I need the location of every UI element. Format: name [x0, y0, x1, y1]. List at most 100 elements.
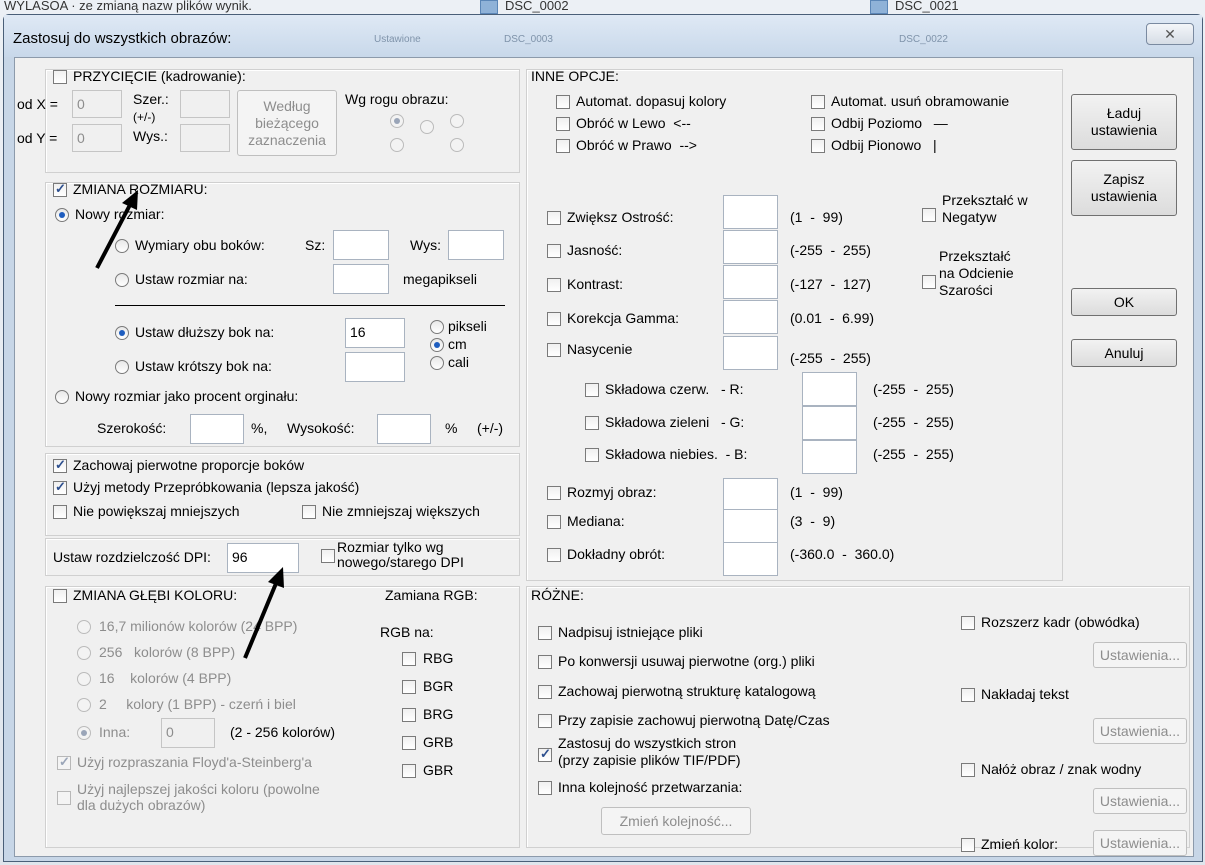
percent-radio[interactable] [55, 390, 69, 404]
contrast-field[interactable] [723, 265, 778, 299]
no-enlarge-checkbox[interactable] [53, 505, 67, 519]
crop-width-field[interactable] [180, 90, 230, 118]
shorter-side-field[interactable] [345, 352, 405, 382]
delete-original-checkbox[interactable] [538, 655, 552, 669]
depth-1-radio[interactable] [77, 698, 91, 712]
median-field[interactable] [723, 509, 778, 543]
shorter-side-radio[interactable] [115, 360, 129, 374]
canvas-checkbox[interactable] [961, 616, 975, 630]
red-field[interactable] [802, 372, 857, 406]
crop-checkbox[interactable] [53, 70, 67, 84]
change-order-button[interactable]: Zmień kolejność... [601, 807, 751, 835]
sharpen-field[interactable] [723, 195, 778, 229]
cm-radio[interactable] [430, 338, 444, 352]
dpi-only-checkbox[interactable] [321, 549, 335, 563]
rotate-exact-checkbox[interactable] [547, 548, 561, 562]
background-file[interactable]: DSC_0021 [895, 0, 959, 13]
grayscale-checkbox[interactable] [922, 275, 936, 289]
rgb-rbg-checkbox[interactable] [402, 652, 416, 666]
auto-color-checkbox[interactable] [556, 95, 570, 109]
ody-field[interactable]: 0 [72, 124, 122, 152]
red-checkbox[interactable] [585, 383, 599, 397]
blue-field[interactable] [802, 440, 857, 474]
load-settings-button[interactable]: Ładuj ustawienia [1071, 94, 1177, 150]
keep-date-checkbox[interactable] [538, 714, 552, 728]
blur-field[interactable] [723, 478, 778, 512]
megapixels-field[interactable] [333, 264, 389, 294]
median-checkbox[interactable] [547, 515, 561, 529]
longer-side-field[interactable]: 16 [345, 318, 405, 348]
green-field[interactable] [802, 406, 857, 440]
no-shrink-checkbox[interactable] [302, 505, 316, 519]
ok-button[interactable]: OK [1071, 288, 1177, 316]
rgb-gbr-checkbox[interactable] [402, 764, 416, 778]
canvas-settings-button[interactable]: Ustawienia... [1093, 642, 1187, 668]
all-pages-checkbox[interactable] [538, 746, 552, 762]
best-quality-checkbox[interactable] [57, 791, 71, 805]
corner-radio-tr[interactable] [450, 114, 464, 128]
rotate-left-checkbox[interactable] [556, 117, 570, 131]
watermark-settings-button[interactable]: Ustawienia... [1093, 788, 1187, 814]
rgb-brg-checkbox[interactable] [402, 708, 416, 722]
percent-width-field[interactable] [190, 414, 244, 444]
rgb-bgr-checkbox[interactable] [402, 680, 416, 694]
depth-24-radio[interactable] [77, 620, 91, 634]
green-checkbox[interactable] [585, 416, 599, 430]
inches-radio[interactable] [430, 356, 444, 370]
keep-dirs-checkbox[interactable] [538, 685, 552, 699]
odx-field[interactable]: 0 [72, 90, 122, 118]
change-color-checkbox[interactable] [961, 838, 975, 852]
overwrite-checkbox[interactable] [538, 626, 552, 640]
new-size-radio[interactable] [55, 208, 69, 222]
corner-radio-bl[interactable] [390, 138, 404, 152]
text-settings-button[interactable]: Ustawienia... [1093, 718, 1187, 744]
dither-checkbox[interactable] [57, 754, 71, 770]
gamma-field[interactable] [723, 300, 778, 334]
rotate-right-checkbox[interactable] [556, 139, 570, 153]
flip-h-checkbox[interactable] [811, 117, 825, 131]
both-sides-radio[interactable] [115, 239, 129, 253]
rotate-exact-field[interactable] [723, 542, 778, 576]
both-height-field[interactable] [448, 230, 504, 260]
megapixels-radio[interactable] [115, 273, 129, 287]
resize-checkbox[interactable] [53, 181, 67, 197]
longer-side-radio[interactable] [115, 326, 129, 340]
both-width-field[interactable] [333, 230, 389, 260]
depth-other-radio[interactable] [77, 726, 91, 740]
gamma-checkbox[interactable] [547, 312, 561, 326]
selection-button[interactable]: Według bieżącego zaznaczenia [237, 90, 337, 156]
blur-checkbox[interactable] [547, 486, 561, 500]
sharpen-checkbox[interactable] [547, 211, 561, 225]
depth-checkbox[interactable] [53, 589, 67, 603]
save-settings-button[interactable]: Zapisz ustawienia [1071, 160, 1177, 216]
background-file[interactable]: DSC_0002 [505, 0, 569, 13]
corner-radio-tl[interactable] [390, 114, 404, 128]
crop-height-field[interactable] [180, 124, 230, 152]
dpi-field[interactable]: 96 [227, 543, 299, 573]
depth-8-radio[interactable] [77, 646, 91, 660]
auto-border-checkbox[interactable] [811, 95, 825, 109]
close-button[interactable]: ✕ [1146, 23, 1194, 45]
contrast-checkbox[interactable] [547, 278, 561, 292]
blue-checkbox[interactable] [585, 448, 599, 462]
watermark-checkbox[interactable] [961, 763, 975, 777]
color-settings-button[interactable]: Ustawienia... [1093, 830, 1187, 856]
saturation-checkbox[interactable] [547, 343, 561, 357]
corner-radio-br[interactable] [450, 138, 464, 152]
saturation-field[interactable] [723, 336, 778, 370]
resample-checkbox[interactable] [53, 479, 67, 495]
cancel-button[interactable]: Anuluj [1071, 339, 1177, 367]
percent-height-field[interactable] [377, 414, 431, 444]
negative-checkbox[interactable] [922, 208, 936, 222]
depth-4-radio[interactable] [77, 672, 91, 686]
brightness-field[interactable] [723, 230, 778, 264]
pixels-radio[interactable] [430, 320, 444, 334]
order-checkbox[interactable] [538, 781, 552, 795]
depth-other-field[interactable]: 0 [161, 718, 215, 748]
rgb-grb-checkbox[interactable] [402, 736, 416, 750]
flip-v-checkbox[interactable] [811, 139, 825, 153]
brightness-checkbox[interactable] [547, 244, 561, 258]
corner-radio-c[interactable] [420, 120, 434, 134]
keep-proportions-checkbox[interactable] [53, 457, 67, 473]
text-overlay-checkbox[interactable] [961, 688, 975, 702]
